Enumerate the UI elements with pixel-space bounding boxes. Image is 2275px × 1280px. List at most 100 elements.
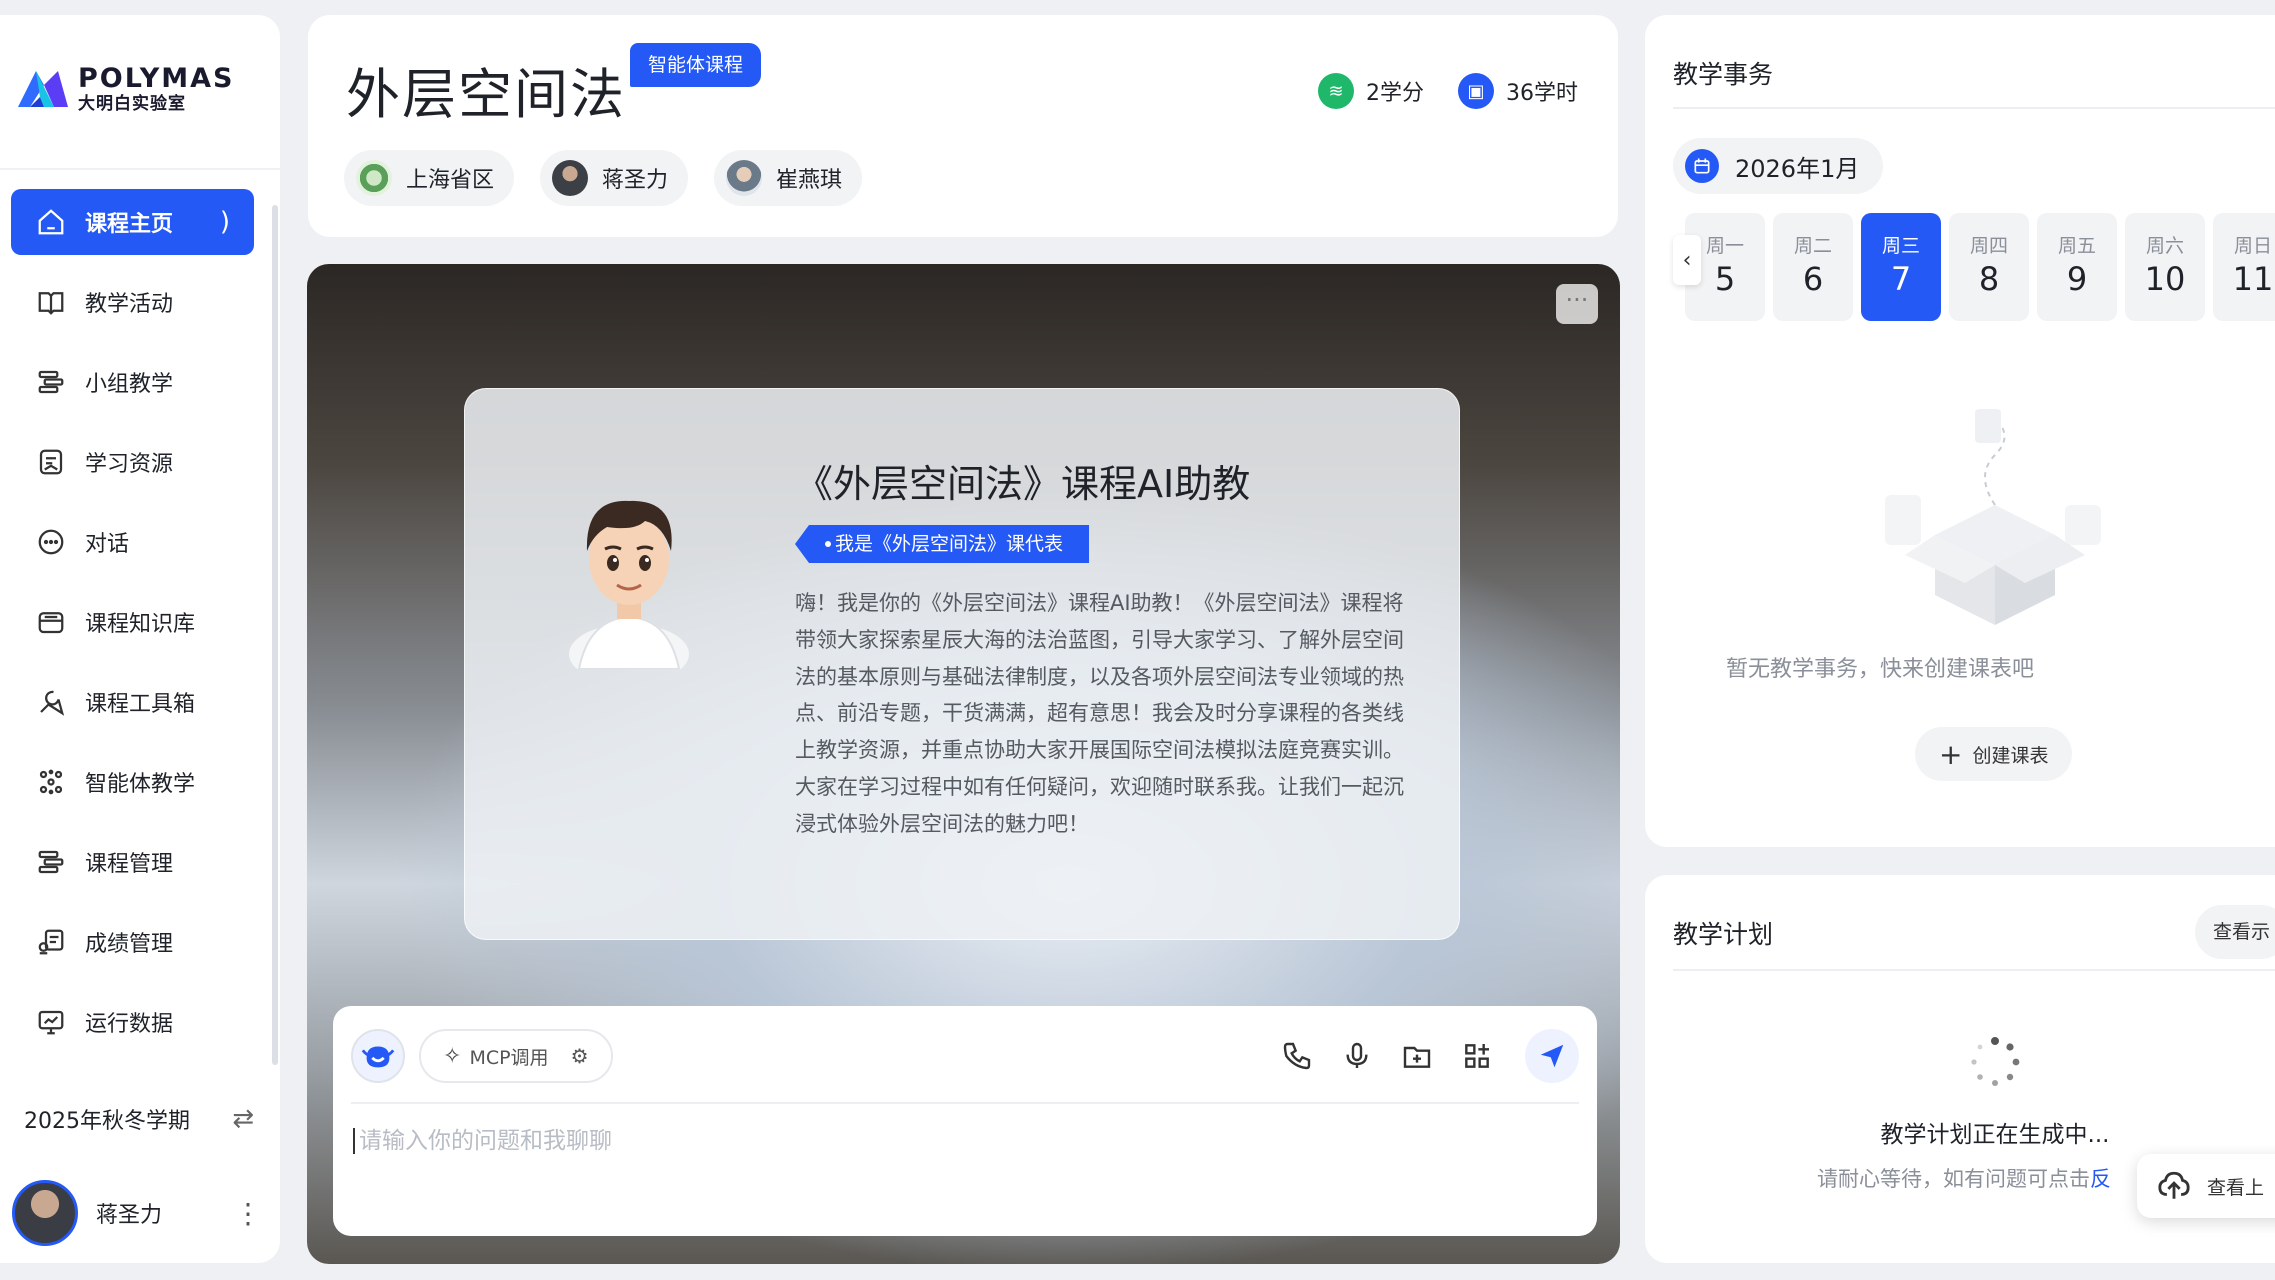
- day-cell[interactable]: 周日 11: [2213, 213, 2275, 321]
- polymas-logo-icon: [18, 71, 68, 107]
- book-icon: [35, 286, 67, 318]
- database-icon: [35, 606, 67, 638]
- chat-tools: [1257, 1029, 1579, 1083]
- sidebar: POLYMAS 大明白实验室 课程主页 ) 教学活动 小组教学 学习资源 对话: [0, 15, 280, 1263]
- sidebar-item-group-teaching[interactable]: 小组教学: [11, 349, 254, 415]
- ai-assistant-avatar: [569, 500, 689, 669]
- avatar[interactable]: [12, 1180, 78, 1246]
- create-schedule-button[interactable]: + 创建课表: [1915, 727, 2073, 781]
- avatar: [726, 160, 763, 196]
- week-strip: ‹ 周一 5 周二 6 周三 7 周四 8 周五 9 周六 10 周日 11: [1673, 213, 2275, 321]
- user-name: 蒋圣力: [96, 1203, 163, 1228]
- sidebar-scrollbar[interactable]: [272, 205, 278, 1065]
- day-cell[interactable]: 周二 6: [1773, 213, 1853, 321]
- grade-icon: [35, 926, 67, 958]
- sparkle-icon: ✧: [443, 1043, 462, 1069]
- prev-week-button[interactable]: ‹: [1673, 235, 1701, 285]
- sidebar-item-label: 课程管理: [85, 852, 174, 877]
- course-header: 外层空间法 智能体课程 ≋ 2学分 ▣ 36学时 上海省区 蒋圣力 崔燕琪: [308, 15, 1618, 237]
- assistant-intro-card: 《外层空间法》课程AI助教 我是《外层空间法》课代表 嗨！我是你的《外层空间法》…: [464, 388, 1460, 940]
- microphone-icon[interactable]: [1337, 1036, 1377, 1076]
- sidebar-item-knowledge-base[interactable]: 课程知识库: [11, 589, 254, 655]
- person-chip[interactable]: 崔燕琪: [714, 150, 863, 206]
- chat-input[interactable]: [353, 1128, 1453, 1154]
- sidebar-nav: 课程主页 ) 教学活动 小组教学 学习资源 对话 课程知识库 课程工具箱 智能体…: [11, 189, 254, 1069]
- sidebar-item-course-home[interactable]: 课程主页 ): [11, 189, 254, 255]
- brand-logo[interactable]: POLYMAS 大明白实验室: [14, 63, 235, 115]
- swap-icon[interactable]: ⇄: [232, 1104, 254, 1134]
- send-icon: [1540, 1044, 1564, 1068]
- sidebar-item-runtime-data[interactable]: 运行数据: [11, 989, 254, 1055]
- mcp-toggle[interactable]: ✧ MCP调用 ⚙: [419, 1029, 613, 1083]
- plan-title: 教学计划: [1673, 920, 1774, 949]
- plus-icon: +: [1939, 737, 1963, 771]
- assistant-description: 嗨！我是你的《外层空间法》课程AI助教！《外层空间法》课程将带领大家探索星辰大海…: [795, 591, 1404, 836]
- org-avatar: [356, 160, 392, 196]
- agent-selector-button[interactable]: [351, 1029, 405, 1083]
- sidebar-item-label: 智能体教学: [85, 772, 196, 797]
- teaching-affairs-card: 教学事务 2026年1月 ‹ 周一 5 周二 6 周三 7 周四 8 周五 9 周六 10 …: [1645, 15, 2275, 847]
- tools-icon: [35, 686, 67, 718]
- person-name: 崔燕琪: [776, 168, 843, 193]
- course-people: 上海省区 蒋圣力 崔燕琪: [344, 150, 888, 206]
- view-example-button[interactable]: 查看示: [2195, 905, 2275, 959]
- chat-divider: [351, 1102, 1579, 1104]
- semester-switcher[interactable]: 2025年秋冬学期 ⇄: [24, 1103, 254, 1135]
- day-cell[interactable]: 周四 8: [1949, 213, 2029, 321]
- manage-icon: [35, 846, 67, 878]
- clock-doc-icon: ▣: [1458, 73, 1494, 109]
- person-name: 上海省区: [406, 168, 495, 193]
- hours-value: 36学时: [1506, 81, 1578, 106]
- sidebar-item-chat[interactable]: 对话: [11, 509, 254, 575]
- hours-stat: ▣ 36学时: [1458, 73, 1578, 109]
- credits-stat: ≋ 2学分: [1318, 73, 1424, 109]
- sidebar-item-label: 运行数据: [85, 1012, 174, 1037]
- course-stats: ≋ 2学分 ▣ 36学时: [1284, 73, 1578, 109]
- person-name: 蒋圣力: [602, 168, 669, 193]
- sidebar-item-course-management[interactable]: 课程管理: [11, 829, 254, 895]
- loading-spinner-icon: [1971, 1037, 2020, 1086]
- active-indicator: ): [219, 207, 230, 237]
- sidebar-divider: [0, 168, 280, 170]
- day-cell[interactable]: 周六 10: [2125, 213, 2205, 321]
- person-chip[interactable]: 蒋圣力: [540, 150, 689, 206]
- sidebar-item-agent-teaching[interactable]: 智能体教学: [11, 749, 254, 815]
- sidebar-item-label: 成绩管理: [85, 932, 174, 957]
- sidebar-item-label: 课程主页: [85, 212, 174, 237]
- affairs-title: 教学事务: [1673, 60, 1774, 89]
- more-options-button[interactable]: ···: [1556, 284, 1598, 324]
- day-cell[interactable]: 周五 9: [2037, 213, 2117, 321]
- more-vertical-icon[interactable]: ⋮: [234, 1197, 262, 1230]
- sidebar-item-toolbox[interactable]: 课程工具箱: [11, 669, 254, 735]
- affairs-divider: [1673, 107, 2275, 109]
- apps-grid-icon[interactable]: [1457, 1036, 1497, 1076]
- user-profile[interactable]: 蒋圣力 ⋮: [12, 1180, 262, 1246]
- upload-view-button[interactable]: 查看上: [2137, 1154, 2275, 1218]
- add-file-icon[interactable]: [1397, 1036, 1437, 1076]
- feedback-link[interactable]: 反: [2090, 1167, 2111, 1191]
- month-picker[interactable]: 2026年1月: [1673, 138, 1884, 194]
- upload-label: 查看上: [2207, 1176, 2265, 1199]
- send-button[interactable]: [1525, 1029, 1579, 1083]
- avatar: [552, 160, 589, 196]
- month-label: 2026年1月: [1735, 154, 1860, 183]
- chat-composer: ✧ MCP调用 ⚙: [333, 1006, 1597, 1236]
- sidebar-item-label: 课程知识库: [85, 612, 196, 637]
- course-type-badge: 智能体课程: [630, 43, 762, 87]
- sidebar-item-label: 对话: [85, 532, 130, 557]
- chat-icon: [35, 526, 67, 558]
- mcp-label: MCP调用: [469, 1046, 549, 1069]
- settings-sliders-icon[interactable]: ⚙: [571, 1044, 589, 1068]
- sidebar-item-label: 课程工具箱: [85, 692, 196, 717]
- plan-divider: [1673, 969, 2275, 971]
- day-cell-selected[interactable]: 周三 7: [1861, 213, 1941, 321]
- sidebar-item-teaching-activities[interactable]: 教学活动: [11, 269, 254, 335]
- cloud-upload-icon: [2158, 1171, 2190, 1199]
- person-chip[interactable]: 上海省区: [344, 150, 515, 206]
- sidebar-item-learning-resources[interactable]: 学习资源: [11, 429, 254, 495]
- phone-icon[interactable]: [1277, 1036, 1317, 1076]
- semester-label: 2025年秋冬学期: [24, 1109, 190, 1134]
- sidebar-item-grade-management[interactable]: 成绩管理: [11, 909, 254, 975]
- plan-generating-text: 教学计划正在生成中...: [1880, 1122, 2110, 1148]
- coins-icon: ≋: [1318, 73, 1354, 109]
